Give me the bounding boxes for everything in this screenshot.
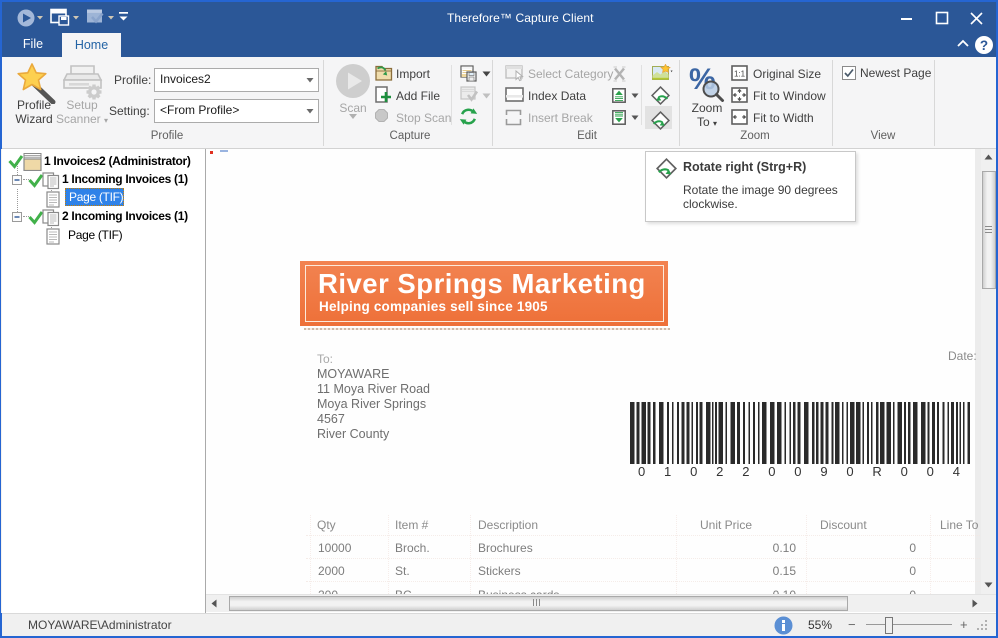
svg-text:1:1: 1:1	[734, 70, 746, 79]
svg-text:?: ?	[980, 38, 988, 53]
